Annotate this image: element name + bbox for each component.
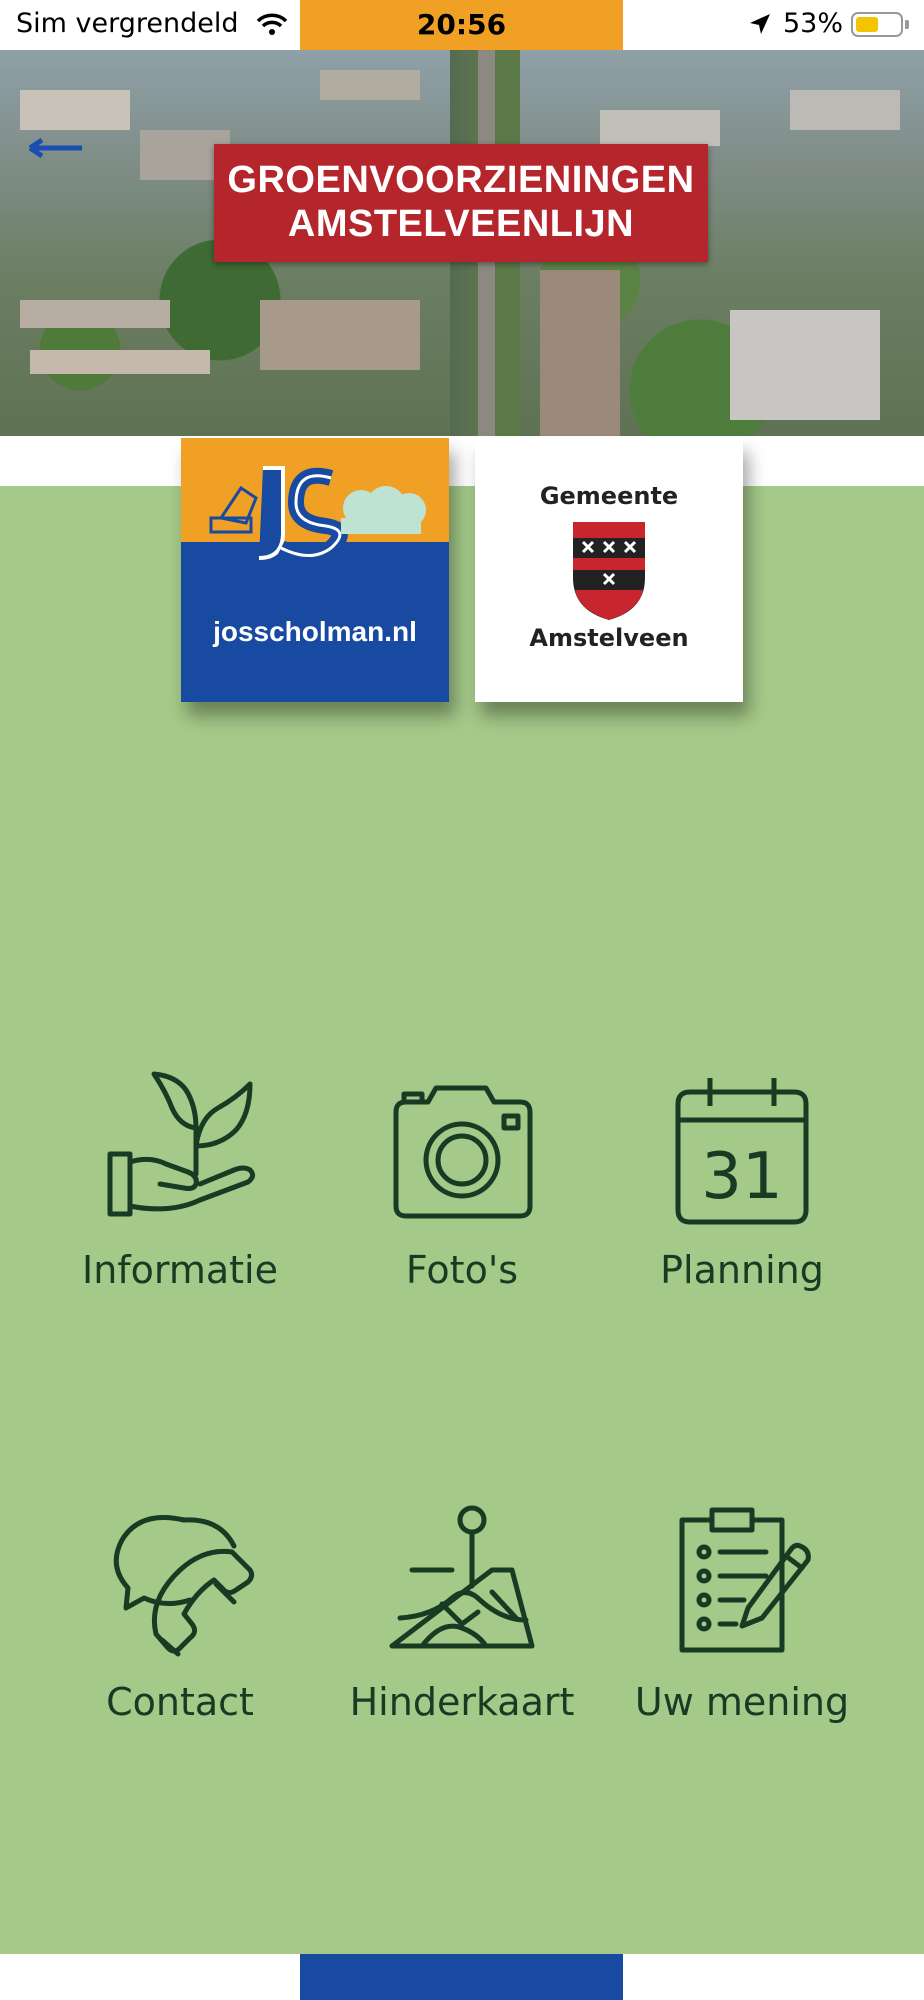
menu-label-contact: Contact [106, 1680, 254, 1724]
menu-label-hinderkaart: Hinderkaart [349, 1680, 575, 1724]
calendar-date: 31 [701, 1140, 782, 1214]
chat-phone-icon [113, 1515, 255, 1657]
bottom-bar-highlight [300, 1954, 623, 2000]
menu-planning[interactable]: 31 Planning [622, 1068, 862, 1292]
header-aerial-photo: GROENVOORZIENINGEN AMSTELVEENLIJN [0, 50, 924, 436]
menu-uw-mening[interactable]: Uw mening [622, 1500, 862, 1724]
menu-label-fotos: Foto's [405, 1248, 519, 1292]
title-line-2: AMSTELVEENLIJN [287, 203, 635, 245]
title-line-1: GROENVOORZIENINGEN [227, 159, 695, 201]
menu-label-uw-mening: Uw mening [634, 1680, 850, 1724]
battery-percentage: 53% [783, 8, 844, 39]
bottom-bar [0, 1954, 924, 2000]
josscholman-text: josscholman.nl [213, 616, 417, 647]
battery-tip [905, 20, 909, 29]
menu-informatie[interactable]: Informatie [60, 1068, 300, 1292]
amstelveen-text: Amstelveen [529, 624, 689, 652]
menu-label-planning: Planning [660, 1248, 824, 1292]
menu-fotos[interactable]: Foto's [342, 1068, 582, 1292]
location-arrow-icon [750, 14, 770, 34]
calendar-icon: 31 [675, 1078, 809, 1225]
josscholman-emblem-icon [209, 466, 426, 564]
clipboard-pen-icon [679, 1507, 811, 1653]
menu-hinderkaart[interactable]: Hinderkaart [342, 1500, 582, 1724]
wifi-icon [256, 13, 288, 35]
amstelveen-shield-icon [573, 522, 645, 620]
clock: 20:56 [416, 8, 507, 41]
plant-hand-icon [107, 1071, 256, 1217]
josscholman-logo[interactable]: josscholman.nl [181, 438, 449, 702]
camera-icon [393, 1085, 533, 1219]
status-bar: Sim vergrendeld 20:56 53% [0, 0, 924, 50]
gemeente-text: Gemeente [539, 482, 679, 510]
battery-icon [851, 12, 903, 37]
amstelveen-logo[interactable]: Gemeente Amstelveen [475, 438, 743, 702]
map-pin-icon [389, 1505, 535, 1649]
menu-label-informatie: Informatie [81, 1248, 278, 1292]
app-title-banner: GROENVOORZIENINGEN AMSTELVEENLIJN [214, 144, 708, 262]
carrier-label: Sim vergrendeld [16, 8, 239, 39]
menu-contact[interactable]: Contact [60, 1500, 300, 1724]
back-arrow-icon[interactable] [28, 138, 84, 158]
